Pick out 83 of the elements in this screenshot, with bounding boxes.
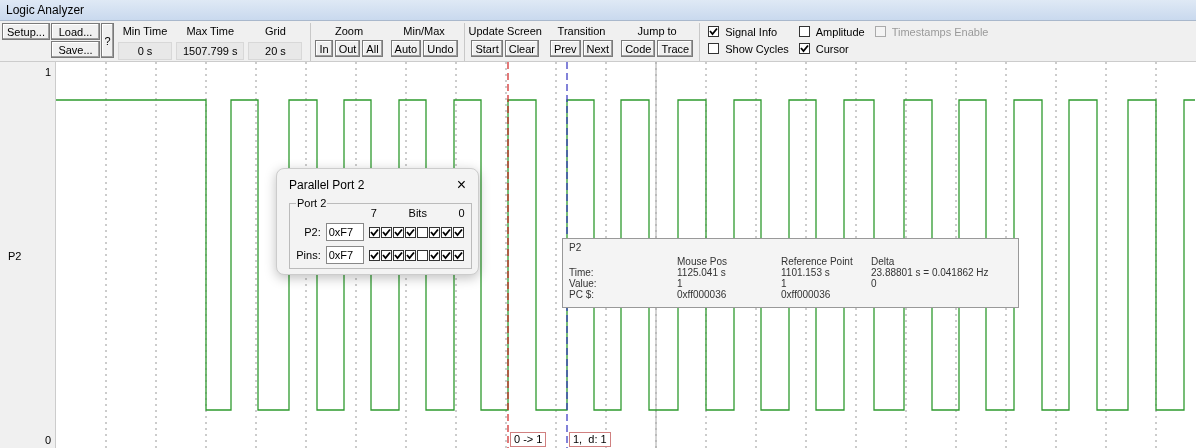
checkbox-label: Amplitude — [815, 25, 865, 38]
group-label: Update Screen — [468, 24, 542, 39]
group-label: Transition — [557, 24, 606, 39]
group-label: Zoom — [334, 24, 364, 39]
column-header: Reference Point — [781, 256, 854, 267]
checkbox[interactable] — [440, 226, 452, 238]
toolbar-button[interactable]: Trace — [657, 40, 694, 57]
load-button[interactable]: Load... — [51, 23, 100, 40]
column-header: Mouse Pos — [677, 256, 729, 267]
help-button[interactable]: ? — [101, 23, 114, 58]
bits-label: Bits — [408, 209, 427, 218]
info-value: 0xff000036 — [781, 289, 832, 300]
checkbox[interactable] — [368, 249, 380, 261]
checkbox[interactable] — [416, 226, 428, 238]
port-label: Pins: — [296, 249, 321, 261]
cursor-line[interactable] — [507, 62, 509, 448]
info-value: 1 — [677, 278, 684, 289]
toolbar-button[interactable]: Clear — [504, 40, 539, 57]
bit-label: 7 — [370, 209, 377, 218]
group-title: Port 2 — [296, 197, 328, 209]
port-label: P2: — [303, 226, 321, 238]
toolbar-button[interactable]: Prev — [549, 40, 581, 57]
info-value: 1101.153 s — [781, 267, 831, 278]
checkbox[interactable] — [404, 226, 416, 238]
readout-value: 0 s — [118, 42, 172, 60]
checkbox[interactable] — [452, 249, 464, 261]
readout-value: 20 s — [248, 42, 303, 60]
checkbox[interactable] — [798, 26, 810, 37]
dialog-title: Parallel Port 2 — [289, 178, 365, 192]
checkbox-label: Timestamps Enable — [891, 25, 989, 38]
signal-name: P2 — [8, 250, 23, 262]
toolbar-button[interactable]: Out — [334, 40, 361, 57]
cursor-label: 1, d: 1 — [569, 432, 611, 447]
row-label: Time: — [569, 267, 595, 278]
signal-name: P2 — [569, 242, 583, 255]
group-label: Min/Max — [403, 24, 445, 39]
axis-label: 0 — [44, 434, 51, 446]
toolbar-button[interactable]: Next — [582, 40, 614, 57]
toolbar-button[interactable]: Auto — [390, 40, 422, 57]
info-value: 0xff000036 — [677, 289, 728, 300]
toolbar-button[interactable]: Code — [621, 40, 656, 57]
column-header: Delta — [871, 256, 896, 267]
toolbar-button[interactable]: Start — [471, 40, 503, 57]
checkbox[interactable] — [392, 249, 404, 261]
checkbox[interactable] — [452, 226, 464, 238]
checkbox[interactable] — [798, 43, 810, 54]
checkbox-label: Show Cycles — [725, 42, 789, 55]
toolbar-button[interactable]: Undo — [423, 40, 458, 57]
checkbox[interactable] — [380, 226, 392, 238]
checkbox[interactable] — [428, 226, 440, 238]
row-label: Value: — [569, 278, 598, 289]
checkbox-label: Cursor — [815, 42, 849, 55]
info-value: 1 — [781, 278, 788, 289]
checkbox[interactable] — [416, 249, 428, 261]
checkbox[interactable] — [708, 43, 720, 54]
cursor-label: 0 -> 1 — [510, 432, 547, 447]
checkbox-label: Signal Info — [725, 25, 778, 38]
info-value: 0 — [871, 278, 878, 289]
checkbox[interactable] — [428, 249, 440, 261]
toolbar-button[interactable]: All — [362, 40, 383, 57]
info-value: 1125.041 s — [677, 267, 727, 278]
checkbox[interactable] — [708, 26, 720, 37]
readout-label: Grid — [265, 24, 286, 39]
bit-label: 0 — [458, 209, 465, 218]
axis-label: 1 — [44, 66, 51, 78]
row-label: PC $: — [569, 289, 595, 300]
checkbox[interactable] — [368, 226, 380, 238]
readout-label: Min Time — [122, 24, 168, 39]
readout-label: Max Time — [186, 24, 235, 39]
info-value: 23.88801 s = 0.041862 Hz — [871, 267, 990, 278]
toolbar-button[interactable]: In — [315, 40, 333, 57]
group-label: Jump to — [637, 24, 677, 39]
window-title: Logic Analyzer — [0, 0, 1196, 21]
value-field[interactable]: 0xF7 — [325, 223, 364, 241]
setup-button[interactable]: Setup... — [2, 23, 50, 40]
checkbox[interactable] — [392, 226, 404, 238]
checkbox[interactable] — [380, 249, 392, 261]
close-button[interactable]: × — [450, 177, 472, 193]
readout-value: 1507.799 s — [176, 42, 245, 60]
save-button[interactable]: Save... — [51, 41, 100, 58]
checkbox[interactable] — [404, 249, 416, 261]
value-field[interactable]: 0xF7 — [325, 246, 364, 264]
checkbox[interactable] — [440, 249, 452, 261]
